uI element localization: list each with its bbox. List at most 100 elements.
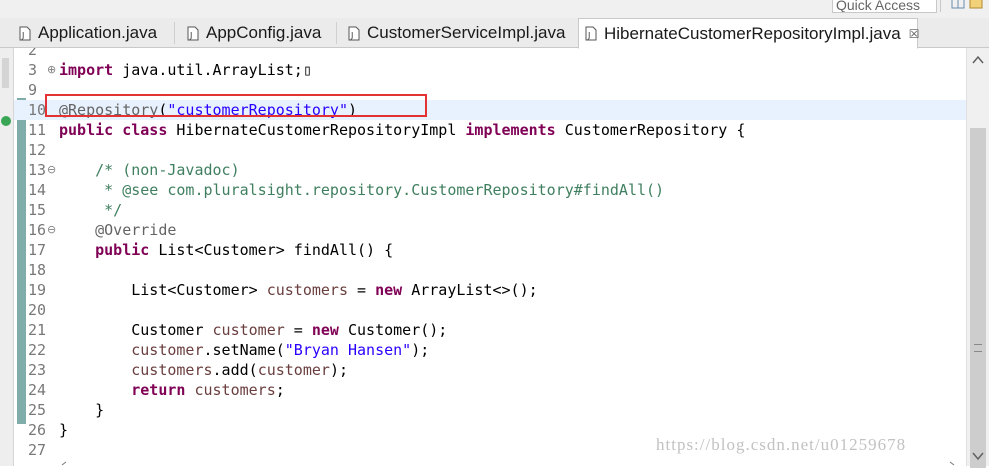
tab-hibernatecustomerrepositoryimpl-java[interactable]: J HibernateCustomerRepositoryImpl.java ☒ <box>578 18 920 49</box>
tab-divider <box>174 22 175 44</box>
code-line[interactable]: 21 Customer customer = new Customer(); <box>14 320 966 340</box>
code-token: Customer(); <box>338 321 448 339</box>
java-file-icon: J <box>19 26 31 40</box>
tab-customerserviceimpl-java[interactable]: J CustomerServiceImpl.java <box>342 18 574 48</box>
code-line[interactable]: 11 public class HibernateCustomerReposito… <box>14 120 966 140</box>
java-file-icon: J <box>348 26 360 40</box>
fold-toggle-icon[interactable]: ⊕ <box>47 60 56 80</box>
line-number: 12 <box>28 141 47 159</box>
fast-view-icon[interactable] <box>1 56 11 92</box>
line-number: 21 <box>28 321 47 339</box>
code-text: List<Customer> customers = new ArrayList… <box>59 280 538 300</box>
code-text: customer.setName("Bryan Hansen"); <box>59 340 429 360</box>
code-token: implements <box>465 121 556 139</box>
line-number: 17 <box>28 241 47 259</box>
code-line[interactable]: 20 <box>14 300 966 320</box>
code-text: public List<Customer> findAll() { <box>59 240 393 260</box>
scroll-down-arrow-icon[interactable] <box>971 450 985 462</box>
code-token: class <box>122 121 168 139</box>
java-file-icon: J <box>585 26 597 41</box>
line-number: 2 <box>28 48 38 59</box>
svg-text:J: J <box>587 31 590 40</box>
code-token: ); <box>411 341 430 359</box>
code-token: ArrayList<>(); <box>402 281 538 299</box>
code-line[interactable]: 3 ⊕ import java.util.ArrayList;▯ <box>14 60 966 80</box>
open-perspective-icon[interactable] <box>951 0 965 10</box>
code-line[interactable]: 24 return customers; <box>14 380 966 400</box>
code-token: @Override <box>59 221 177 239</box>
toolbar-strip: Quick Access <box>0 0 989 18</box>
code-line[interactable]: 23 customers.add(customer); <box>14 360 966 380</box>
horizontal-scroll-left-arrow-icon[interactable] <box>58 461 958 466</box>
quick-access-input[interactable]: Quick Access <box>832 0 937 13</box>
code-token: customer <box>212 321 285 339</box>
code-line[interactable]: 2 <box>14 48 966 60</box>
code-line[interactable]: 16 ⊖ @Override <box>14 220 966 240</box>
tab-label: CustomerServiceImpl.java <box>367 23 566 42</box>
code-token: public <box>59 121 114 139</box>
side-panel-strip <box>0 48 14 466</box>
svg-text:J: J <box>21 31 24 40</box>
code-line[interactable]: 17 public List<Customer> findAll() { <box>14 240 966 260</box>
code-line[interactable]: 12 <box>14 140 966 160</box>
close-tab-icon[interactable]: ☒ <box>909 27 920 41</box>
code-token: java.util.ArrayList; <box>113 61 303 79</box>
tab-application-java[interactable]: J Application.java <box>14 18 172 48</box>
code-text: customers.add(customer); <box>59 360 348 380</box>
line-number: 27 <box>28 441 47 459</box>
vertical-scrollbar[interactable] <box>966 48 989 468</box>
code-text: * @see com.pluralsight.repository.Custom… <box>59 180 664 200</box>
line-number: 18 <box>28 261 47 279</box>
code-line[interactable]: 18 <box>14 260 966 280</box>
tab-appconfig-java[interactable]: J AppConfig.java <box>181 18 331 48</box>
line-number: 15 <box>28 201 47 219</box>
code-line[interactable]: 22 customer.setName("Bryan Hansen"); <box>14 340 966 360</box>
line-number: 19 <box>28 281 47 299</box>
run-icon[interactable] <box>1 108 11 134</box>
code-line[interactable]: 13 ⊖ /* (non-Javadoc) <box>14 160 966 180</box>
code-token: */ <box>59 201 123 219</box>
tab-label: AppConfig.java <box>206 23 322 42</box>
line-number: 24 <box>28 381 47 399</box>
code-line[interactable]: 25 } <box>14 400 966 420</box>
line-number: 22 <box>28 341 47 359</box>
code-token: CustomerRepository { <box>555 121 746 139</box>
toolbar-divider <box>940 0 941 12</box>
code-text: } <box>59 400 104 420</box>
code-text: public class HibernateCustomerRepository… <box>59 120 745 140</box>
code-token: /* (non-Javadoc) <box>59 161 240 179</box>
code-line[interactable]: 19 List<Customer> customers = new ArrayL… <box>14 280 966 300</box>
code-text: */ <box>59 200 122 220</box>
code-token: "Bryan Hansen" <box>284 341 412 359</box>
line-number: 23 <box>28 361 47 379</box>
fold-toggle-icon[interactable]: ⊖ <box>47 160 56 180</box>
code-token: new <box>375 281 403 299</box>
code-text: @Override <box>59 220 176 240</box>
tab-divider <box>336 22 337 44</box>
line-number: 26 <box>28 421 47 439</box>
fold-toggle-icon[interactable]: ⊖ <box>47 220 56 240</box>
code-token: HibernateCustomerRepositoryImpl <box>167 121 466 139</box>
code-token: List<Customer> <box>59 281 267 299</box>
code-token: new <box>311 321 339 339</box>
scroll-up-arrow-icon[interactable] <box>971 54 985 66</box>
code-text: /* (non-Javadoc) <box>59 160 240 180</box>
code-text: Customer customer = new Customer(); <box>59 320 447 340</box>
code-text: import java.util.ArrayList;▯ <box>59 60 312 80</box>
code-token: customers <box>59 361 213 379</box>
scrollbar-thumb[interactable] <box>970 128 986 468</box>
code-token: customer <box>59 341 204 359</box>
line-number: 25 <box>28 401 47 419</box>
java-perspective-icon[interactable] <box>969 0 983 10</box>
tab-label: HibernateCustomerRepositoryImpl.java <box>604 23 901 43</box>
svg-text:J: J <box>189 31 192 40</box>
code-line[interactable]: 14 * @see com.pluralsight.repository.Cus… <box>14 180 966 200</box>
code-text: return customers; <box>59 380 285 400</box>
code-line[interactable]: 15 */ <box>14 200 966 220</box>
code-token: import <box>59 61 114 79</box>
code-token: } <box>59 421 69 439</box>
watermark: https://blog.csdn.net/u01259678 <box>656 435 907 454</box>
code-token: customers <box>266 281 348 299</box>
